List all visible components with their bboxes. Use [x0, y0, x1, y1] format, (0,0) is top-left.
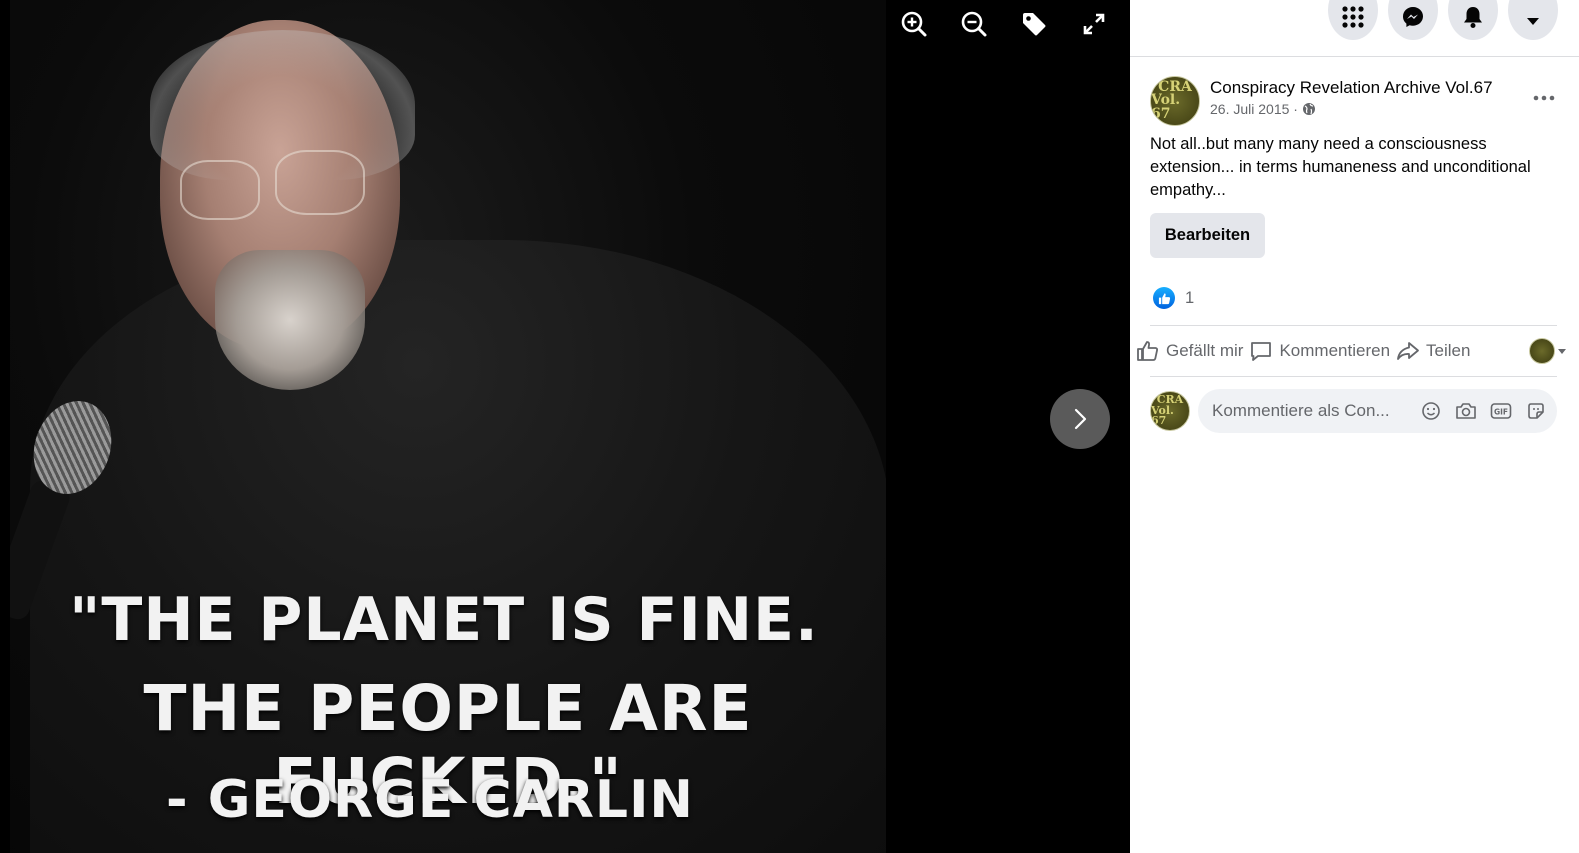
post-date[interactable]: 26. Juli 2015 ·	[1210, 101, 1298, 117]
tag-icon[interactable]	[1016, 6, 1052, 42]
photo-glasses-left	[180, 160, 260, 220]
post-header: CRA Vol. 67 Conspiracy Revelation Archiv…	[1150, 76, 1493, 126]
post-options-button[interactable]	[1531, 88, 1557, 108]
share-button[interactable]: Teilen	[1396, 336, 1470, 366]
top-icon-group	[1328, 0, 1558, 40]
zoom-in-icon[interactable]	[896, 6, 932, 42]
comment-as-selector[interactable]	[1529, 338, 1567, 364]
comment-input[interactable]	[1212, 401, 1412, 421]
post-text: Not all..but many many need a consciousn…	[1150, 135, 1531, 199]
caret-down-icon	[1558, 349, 1566, 354]
photo-quote-line-3: - GEORGE CARLIN	[166, 770, 694, 830]
share-arrow-icon	[1397, 342, 1419, 360]
account-caret-icon	[1527, 18, 1539, 25]
viewer-toolbar	[896, 6, 1112, 42]
like-label: Gefällt mir	[1166, 341, 1244, 360]
emoji-icon[interactable]	[1420, 400, 1442, 422]
post-photo[interactable]: "THE PLANET IS FINE. THE PEOPLE ARE FUCK…	[10, 0, 886, 853]
commenter-avatar-line-2: Vol. 67	[1151, 403, 1174, 428]
post-action-bar: Gefällt mir Kommentieren Teilen	[1136, 336, 1573, 366]
notifications-bell-icon	[1464, 7, 1482, 28]
edit-button[interactable]: Bearbeiten	[1150, 213, 1265, 258]
comment-composer: CRA Vol. 67 GIF	[1150, 389, 1557, 433]
photo-quote-line-1: "THE PLANET IS FINE.	[69, 585, 819, 655]
commenter-avatar[interactable]: CRA Vol. 67	[1150, 391, 1190, 431]
fullscreen-icon[interactable]	[1076, 6, 1112, 42]
post-side-panel: CRA Vol. 67 Conspiracy Revelation Archiv…	[1130, 0, 1579, 853]
more-dots-icon	[1533, 95, 1555, 101]
share-label: Teilen	[1426, 341, 1471, 360]
avatar-text-line-2: Vol. 67	[1151, 92, 1181, 122]
sticker-icon[interactable]	[1525, 400, 1547, 422]
zoom-out-icon[interactable]	[956, 6, 992, 42]
notifications-button[interactable]	[1448, 0, 1498, 40]
post-meta: Conspiracy Revelation Archive Vol.67 26.…	[1210, 78, 1493, 117]
gif-icon[interactable]: GIF	[1490, 400, 1512, 422]
account-button[interactable]	[1508, 0, 1558, 40]
globe-icon	[1302, 103, 1315, 115]
next-photo-button[interactable]	[1050, 389, 1110, 449]
messenger-button[interactable]	[1388, 0, 1438, 40]
photo-glasses-right	[275, 150, 365, 215]
post-date-row: 26. Juli 2015 ·	[1210, 101, 1493, 117]
menu-grid-icon	[1342, 6, 1364, 28]
camera-icon[interactable]	[1455, 400, 1477, 422]
chevron-right-icon	[1074, 408, 1087, 430]
like-button[interactable]: Gefällt mir	[1136, 336, 1243, 366]
comment-box[interactable]: GIF	[1198, 389, 1557, 433]
comment-tools: GIF	[1420, 389, 1547, 433]
thumbs-up-icon	[1137, 341, 1158, 361]
comment-label: Kommentieren	[1279, 341, 1391, 360]
top-navigation-bar	[1130, 0, 1579, 57]
page-name-link[interactable]: Conspiracy Revelation Archive Vol.67	[1210, 78, 1493, 98]
svg-text:GIF: GIF	[1494, 408, 1508, 417]
photo-viewer: "THE PLANET IS FINE. THE PEOPLE ARE FUCK…	[0, 0, 1130, 853]
divider-bottom	[1150, 376, 1557, 377]
divider-top	[1150, 325, 1557, 326]
reaction-count: 1	[1185, 288, 1195, 307]
reaction-summary[interactable]: 1	[1153, 287, 1194, 309]
current-identity-avatar	[1529, 338, 1555, 364]
messenger-icon	[1403, 7, 1423, 27]
page-avatar[interactable]: CRA Vol. 67	[1150, 76, 1200, 126]
menu-button[interactable]	[1328, 0, 1378, 40]
like-reaction-icon	[1153, 287, 1175, 309]
comment-button[interactable]: Kommentieren	[1249, 336, 1390, 366]
comment-bubble-icon	[1251, 342, 1272, 361]
photo-figure-beard	[215, 250, 365, 390]
